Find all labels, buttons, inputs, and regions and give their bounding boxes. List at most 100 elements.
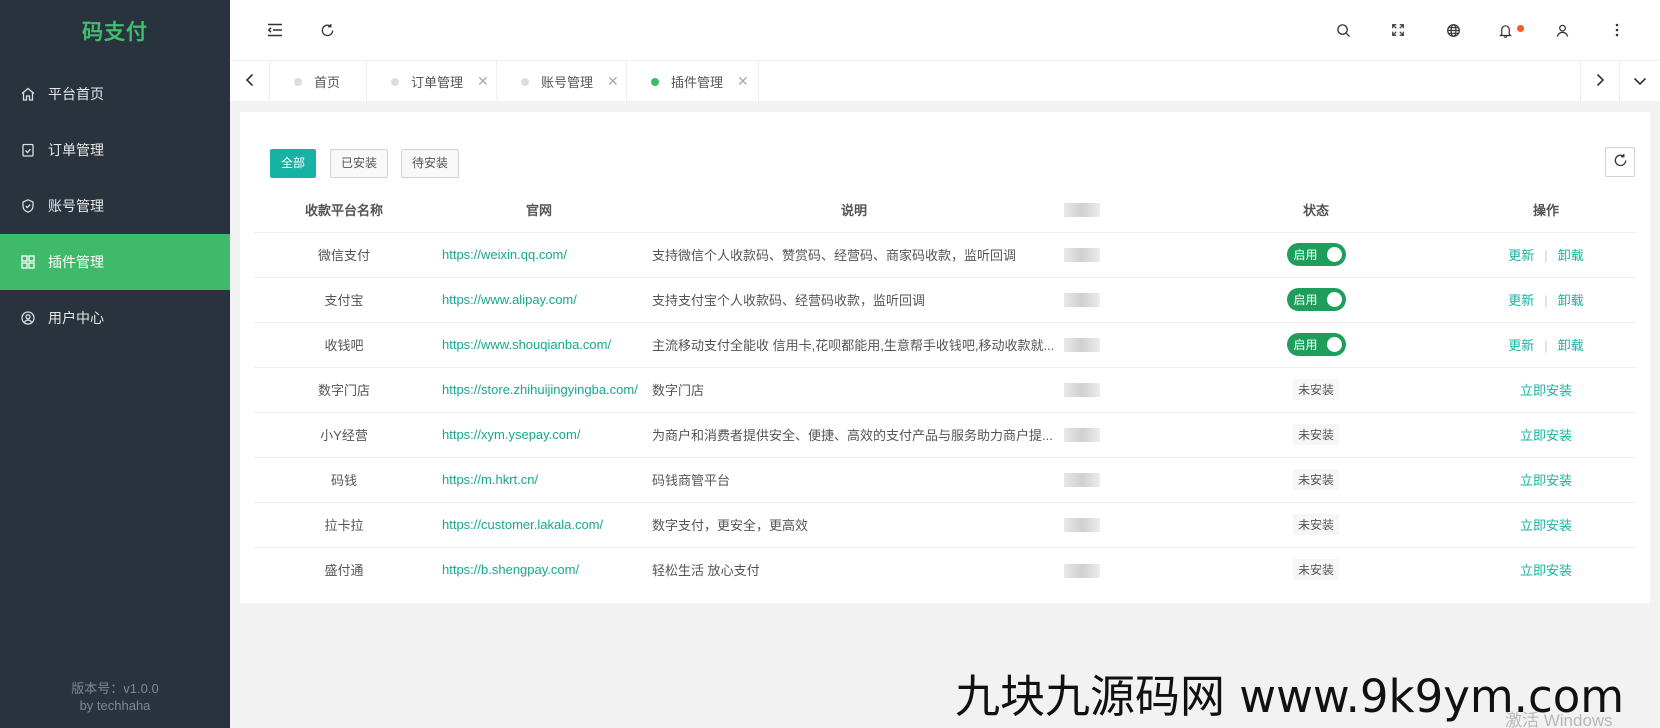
cell-desc: 主流移动支付全能收 信用卡,花呗都能用,生意帮手收钱吧,移动收款就... (644, 321, 1064, 367)
header-status: 状态 (1302, 202, 1329, 218)
uninstall-link[interactable]: 卸载 (1558, 293, 1584, 308)
install-link[interactable]: 立即安装 (1520, 518, 1572, 533)
clipboard-icon (20, 142, 36, 158)
tab-label: 首页 (314, 75, 341, 90)
blurred-cell (1064, 338, 1100, 353)
update-link[interactable]: 更新 (1508, 248, 1534, 263)
install-link[interactable]: 立即安装 (1520, 473, 1572, 488)
cell-name: 收钱吧 (254, 321, 434, 367)
status-toggle[interactable]: 启用 (1286, 243, 1346, 266)
sidebar-item-orders[interactable]: 订单管理 (0, 122, 230, 178)
blurred-cell (1064, 518, 1100, 533)
blurred-header (1064, 203, 1100, 218)
table-row: 支付宝 https://www.alipay.com/支持支付宝个人收款码、经营码… (254, 276, 1636, 322)
tabs-dropdown-button[interactable] (1620, 61, 1660, 102)
status-badge: 未安装 (1292, 424, 1339, 445)
menu-fold-icon[interactable] (263, 18, 287, 42)
plugin-table: 收款平台名称 官网 说明 状态 操作 微信支付 https://weixin.qq… (254, 187, 1636, 592)
top-header (230, 0, 1660, 60)
cell-desc: 码钱商管平台 (644, 456, 1064, 502)
tabs-scroll-left-button[interactable] (230, 61, 270, 102)
cell-site-link[interactable]: https://xym.ysepay.com/ (434, 411, 644, 457)
tab-dot (521, 77, 529, 86)
tab-orders[interactable]: 订单管理 ✕ (367, 61, 497, 102)
tab-accounts[interactable]: 账号管理 ✕ (497, 61, 627, 102)
status-badge: 未安装 (1292, 559, 1339, 581)
install-link[interactable]: 立即安装 (1520, 428, 1572, 443)
sidebar: 码支付 平台首页 订单管理 账号管理 插件管理 用户中心 版本号：v1.0.0 … (0, 0, 230, 728)
tab-home[interactable]: 首页 (270, 61, 367, 102)
cell-ops: 立即安装 (1456, 456, 1636, 502)
cell-ops: 更新 | 卸载 (1456, 276, 1636, 322)
tab-plugins[interactable]: 插件管理 ✕ (627, 61, 759, 102)
search-icon[interactable] (1331, 18, 1355, 42)
table-row: 拉卡拉 https://customer.lakala.com/数字支付，更安全，… (254, 501, 1636, 547)
tabs-scroll-right-button[interactable] (1580, 61, 1620, 102)
update-link[interactable]: 更新 (1508, 338, 1534, 353)
status-toggle[interactable]: 启用 (1286, 288, 1346, 311)
cell-status: 未安装 (1176, 501, 1456, 547)
sidebar-item-label: 订单管理 (48, 142, 104, 158)
table-row: 码钱 https://m.hkrt.cn/码钱商管平台 未安装 立即安装 (254, 456, 1636, 502)
cell-desc: 数字支付，更安全，更高效 (644, 501, 1064, 547)
cell-site-link[interactable]: https://store.zhihuijingyingba.com/ (434, 366, 644, 412)
notification-button[interactable] (1494, 18, 1524, 42)
cell-site-link[interactable]: https://www.shouqianba.com/ (434, 321, 644, 367)
cell-site-link[interactable]: https://b.shengpay.com/ (434, 546, 644, 592)
cell-ops: 立即安装 (1456, 411, 1636, 457)
cell-ops: 立即安装 (1456, 366, 1636, 412)
close-icon[interactable]: ✕ (477, 73, 489, 90)
tab-dot (294, 77, 302, 86)
close-icon[interactable]: ✕ (607, 73, 619, 90)
filter-installed-button[interactable]: 已安装 (330, 149, 389, 178)
globe-icon[interactable] (1441, 18, 1465, 42)
cell-site-link[interactable]: https://customer.lakala.com/ (434, 501, 644, 547)
sidebar-item-label: 插件管理 (48, 254, 104, 270)
shield-icon (20, 198, 36, 214)
cell-site-link[interactable]: https://m.hkrt.cn/ (434, 456, 644, 502)
home-icon (20, 86, 36, 102)
cell-desc: 数字门店 (644, 366, 1064, 412)
install-link[interactable]: 立即安装 (1520, 383, 1572, 398)
cell-status: 启用 (1176, 321, 1456, 367)
user-icon[interactable] (1550, 18, 1574, 42)
close-icon[interactable]: ✕ (737, 73, 749, 90)
uninstall-link[interactable]: 卸载 (1558, 338, 1584, 353)
blurred-cell (1064, 248, 1100, 263)
status-badge: 未安装 (1292, 379, 1339, 400)
tab-dot (391, 77, 399, 86)
filter-all-button[interactable]: 全部 (270, 149, 317, 178)
cell-ops: 立即安装 (1456, 501, 1636, 547)
table-header-row: 收款平台名称 官网 说明 状态 操作 (254, 187, 1636, 232)
cell-desc: 支持微信个人收款码、赞赏码、经营码、商家码收款，监听回调 (644, 231, 1064, 277)
table-refresh-button[interactable] (1605, 147, 1635, 177)
cell-site-link[interactable]: https://weixin.qq.com/ (434, 231, 644, 277)
grid-icon (20, 254, 36, 270)
sidebar-item-user-center[interactable]: 用户中心 (0, 290, 230, 346)
tab-label: 账号管理 (541, 75, 594, 90)
toggle-label: 启用 (1293, 338, 1318, 352)
notification-dot (1517, 25, 1524, 32)
cell-ops: 更新 | 卸载 (1456, 321, 1636, 367)
status-toggle[interactable]: 启用 (1286, 333, 1346, 356)
install-link[interactable]: 立即安装 (1520, 563, 1572, 578)
blurred-cell (1064, 473, 1100, 488)
toggle-label: 启用 (1293, 248, 1318, 262)
refresh-icon[interactable] (315, 18, 339, 42)
chevron-right-icon (1595, 73, 1605, 90)
cell-obscured (1064, 366, 1176, 412)
sidebar-item-plugins[interactable]: 插件管理 (0, 234, 230, 290)
more-icon[interactable] (1605, 18, 1629, 42)
tab-label: 插件管理 (671, 75, 724, 90)
sidebar-item-home[interactable]: 平台首页 (0, 66, 230, 122)
cell-obscured (1064, 231, 1176, 277)
sidebar-item-accounts[interactable]: 账号管理 (0, 178, 230, 234)
uninstall-link[interactable]: 卸载 (1558, 248, 1584, 263)
cell-ops: 更新 | 卸载 (1456, 231, 1636, 277)
filter-pending-button[interactable]: 待安装 (401, 149, 460, 178)
table-row: 数字门店 https://store.zhihuijingyingba.com/数… (254, 366, 1636, 412)
cell-site-link[interactable]: https://www.alipay.com/ (434, 276, 644, 322)
tab-label: 订单管理 (411, 75, 464, 90)
update-link[interactable]: 更新 (1508, 293, 1534, 308)
fullscreen-icon[interactable] (1386, 18, 1410, 42)
